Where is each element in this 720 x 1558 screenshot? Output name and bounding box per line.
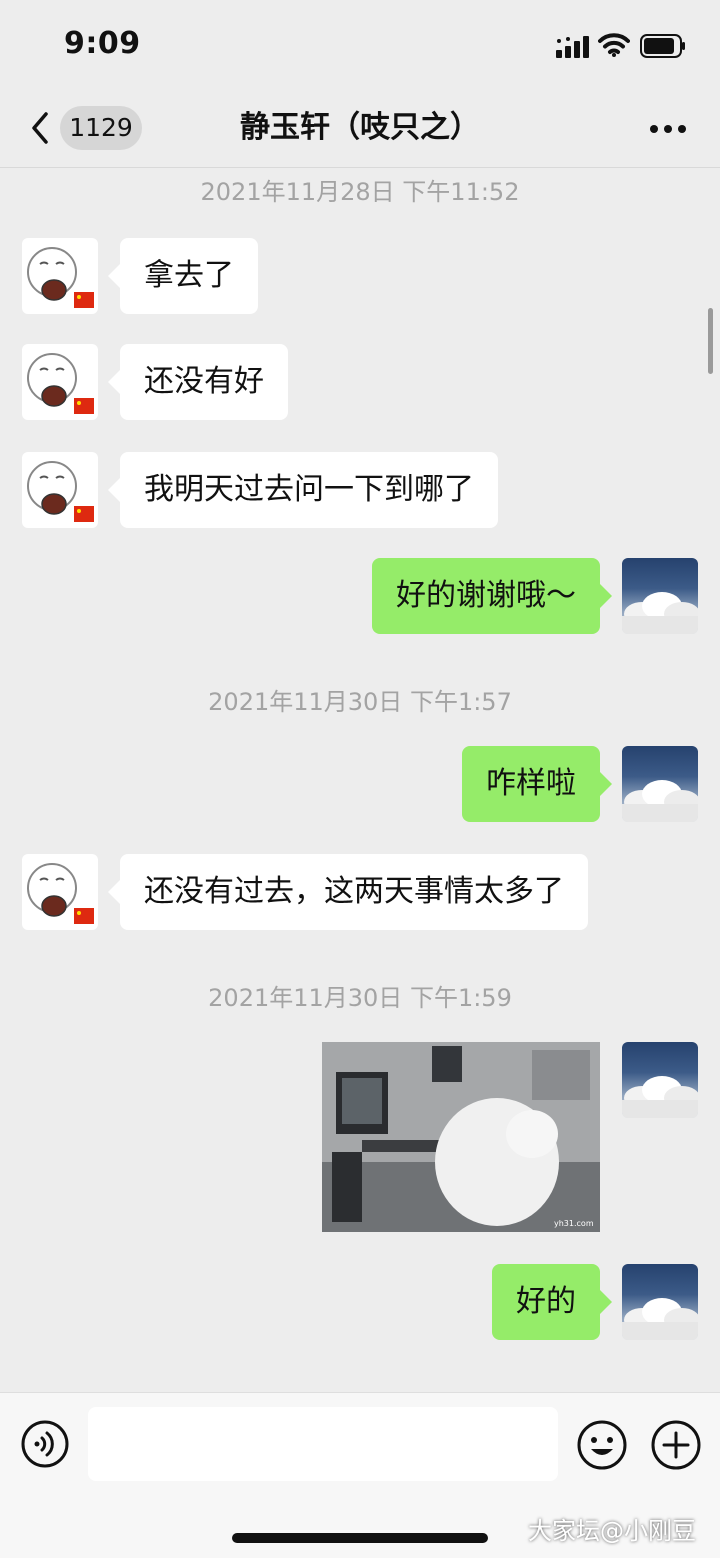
timestamp: 2021年11月30日 下午1:57	[208, 688, 512, 716]
wifi-icon	[598, 33, 630, 57]
home-indicator[interactable]	[232, 1533, 488, 1543]
cloud-icon	[622, 780, 698, 822]
avatar-face-icon	[27, 863, 94, 924]
voice-icon[interactable]	[20, 1419, 70, 1469]
status-time: 9:09	[64, 26, 141, 61]
nav-bar: 1129 静玉轩（吱只之）	[0, 92, 720, 168]
timestamp: 2021年11月30日 下午1:59	[208, 984, 512, 1012]
received-message[interactable]: 拿去了	[108, 238, 258, 314]
status-bar: 9:09	[0, 0, 720, 92]
signal-icon	[556, 36, 589, 58]
avatar-face-icon	[27, 353, 94, 414]
my-avatar[interactable]	[622, 1264, 698, 1340]
my-avatar[interactable]	[622, 1042, 698, 1118]
contact-avatar[interactable]	[22, 238, 98, 314]
received-message[interactable]: 还没有好	[108, 344, 288, 420]
emoji-icon[interactable]	[576, 1419, 628, 1471]
avatar-face-icon	[27, 247, 94, 308]
cloud-icon	[622, 1298, 698, 1340]
contact-avatar[interactable]	[22, 854, 98, 930]
sent-message[interactable]: 好的谢谢哦～	[372, 558, 612, 634]
received-message[interactable]: 我明天过去问一下到哪了	[108, 452, 498, 528]
received-message[interactable]: 还没有过去，这两天事情太多了	[108, 854, 588, 930]
cloud-icon	[622, 1076, 698, 1118]
image-message[interactable]: yh31.com	[322, 1042, 600, 1232]
contact-avatar[interactable]	[22, 344, 98, 420]
contact-avatar[interactable]	[22, 452, 98, 528]
plus-icon[interactable]	[650, 1419, 702, 1471]
avatar-face-icon	[27, 461, 94, 522]
more-icon[interactable]	[650, 124, 686, 134]
gif-image: yh31.com	[322, 1042, 600, 1232]
message-input[interactable]	[88, 1407, 558, 1481]
sent-message[interactable]: 好的	[492, 1264, 612, 1340]
sent-message[interactable]: 咋样啦	[462, 746, 612, 822]
battery-icon	[640, 34, 685, 58]
my-avatar[interactable]	[622, 558, 698, 634]
watermark: 大家坛@小刚豆	[528, 1517, 696, 1545]
timestamp: 2021年11月28日 下午11:52	[200, 178, 520, 206]
cloud-icon	[622, 592, 698, 634]
scroll-indicator[interactable]	[708, 308, 713, 374]
input-toolbar: 大家坛@小刚豆	[0, 1392, 720, 1558]
chat-title: 静玉轩（吱只之）	[240, 110, 480, 145]
image-caption: yh31.com	[554, 1219, 594, 1228]
my-avatar[interactable]	[622, 746, 698, 822]
